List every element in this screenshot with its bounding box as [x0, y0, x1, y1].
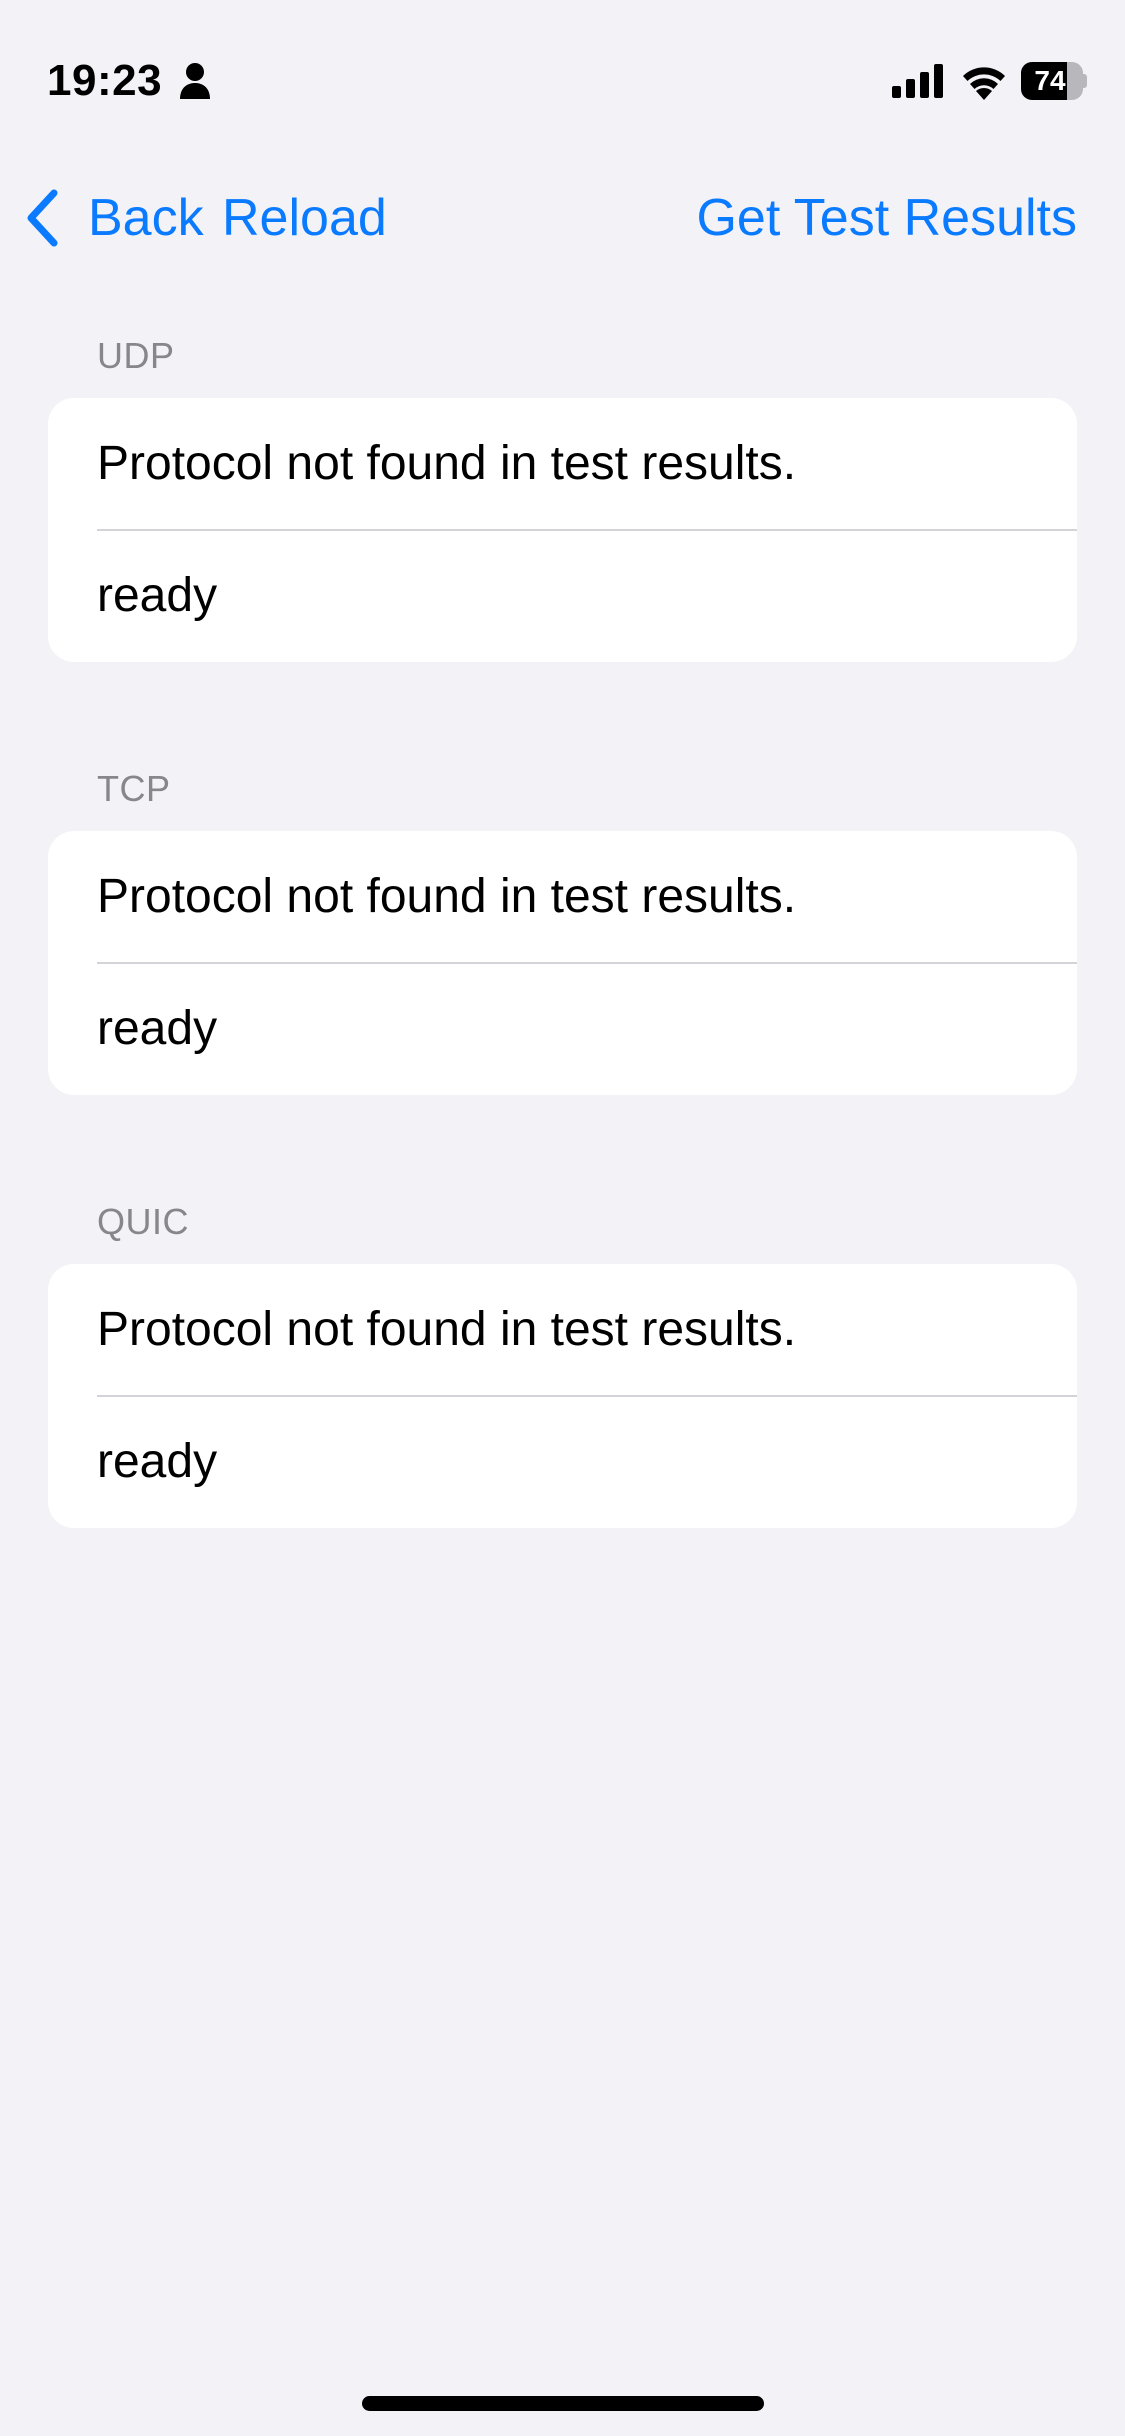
chevron-left-icon [27, 189, 58, 247]
list-item: ready [97, 1435, 218, 1488]
person-icon [180, 63, 210, 99]
list-item: Protocol not found in test results. [97, 870, 797, 923]
wifi-icon [963, 67, 1005, 100]
list-item: Protocol not found in test results. [97, 1303, 797, 1356]
navigation-bar: Back Reload Get Test Results [0, 170, 1125, 266]
back-label: Back [88, 189, 204, 247]
list-item: Protocol not found in test results. [97, 437, 797, 490]
reload-button[interactable]: Reload [222, 170, 387, 266]
get-test-results-button[interactable]: Get Test Results [696, 170, 1077, 266]
section-header-tcp: TCP [97, 768, 171, 809]
section-header-udp: UDP [97, 335, 175, 376]
battery-icon: 74 [1021, 62, 1087, 100]
signal-icon [892, 64, 943, 98]
status-time: 19:23 [47, 56, 163, 105]
group-udp: Protocol not found in test results. read… [48, 398, 1077, 662]
back-button[interactable]: Back [24, 170, 204, 266]
home-indicator[interactable] [362, 2396, 764, 2411]
group-tcp: Protocol not found in test results. read… [48, 831, 1077, 1095]
group-quic: Protocol not found in test results. read… [48, 1264, 1077, 1528]
status-bar: 19:23 74 [0, 0, 1125, 150]
section-header-quic: QUIC [97, 1201, 189, 1242]
list-item: ready [97, 1002, 218, 1055]
battery-percent: 74 [1034, 65, 1066, 96]
list-item: ready [97, 569, 218, 622]
